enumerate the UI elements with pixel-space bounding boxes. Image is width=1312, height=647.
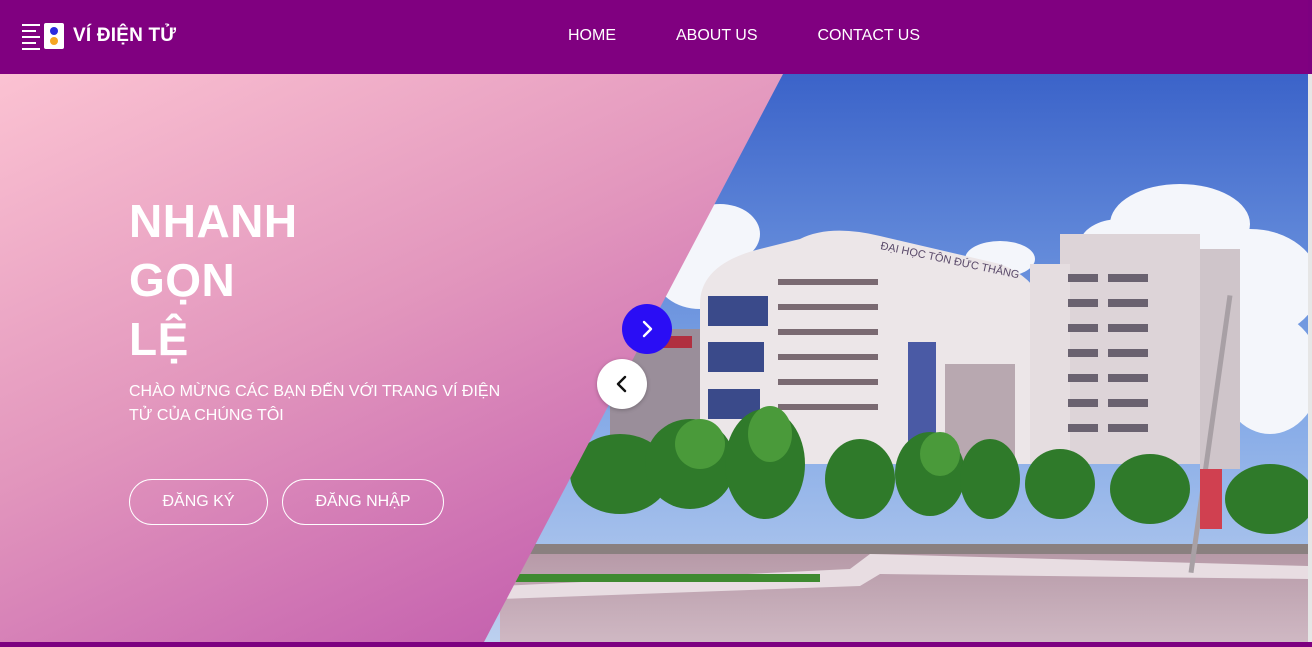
- carousel-prev-button[interactable]: [597, 359, 647, 409]
- login-button[interactable]: ĐĂNG NHẬP: [282, 479, 444, 525]
- nav-contact-us-link[interactable]: CONTACT US: [818, 26, 921, 46]
- headline-line-2: GỌN: [129, 254, 236, 306]
- brand-name: VÍ ĐIỆN TỬ: [73, 25, 177, 46]
- hero-subtitle: CHÀO MỪNG CÁC BẠN ĐẾN VỚI TRANG VÍ ĐIỆN …: [129, 383, 501, 424]
- hero-headline: NHANH GỌN LỆ: [129, 192, 298, 369]
- register-button[interactable]: ĐĂNG KÝ: [129, 479, 268, 525]
- chevron-right-icon: [642, 320, 653, 338]
- navbar: VÍ ĐIỆN TỬ HOME ABOUT US CONTACT US: [0, 0, 1308, 74]
- nav-home-link[interactable]: HOME: [568, 26, 616, 46]
- carousel-next-button[interactable]: [622, 304, 672, 354]
- scrollbar-track[interactable]: [1308, 74, 1312, 642]
- brand-logo-link[interactable]: VÍ ĐIỆN TỬ: [22, 22, 176, 50]
- headline-line-3: LỆ: [129, 313, 189, 365]
- nav-about-us-link[interactable]: ABOUT US: [676, 26, 758, 46]
- main-nav: HOME ABOUT US CONTACT US: [568, 26, 980, 46]
- hero-section: ĐẠI HỌC TÔN ĐỨC THẮNG NHANH GỌN LỆ CHÀO …: [0, 74, 1308, 642]
- wallet-logo-icon: [22, 22, 64, 50]
- footer-strip: [0, 642, 1312, 647]
- headline-line-1: NHANH: [129, 195, 298, 247]
- chevron-left-icon: [616, 375, 627, 393]
